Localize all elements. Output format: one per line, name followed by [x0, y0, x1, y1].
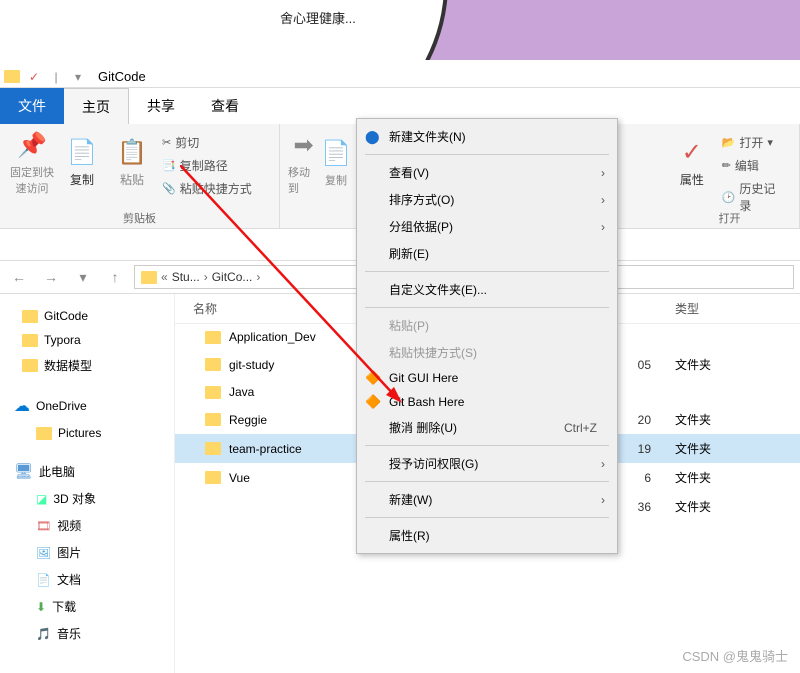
folder-app-icon [4, 69, 20, 85]
cm-grant-access[interactable]: 授予访问权限(G)› [359, 450, 615, 477]
qat-separator: | [48, 69, 64, 85]
tree-images[interactable]: 🖼图片 [0, 539, 174, 566]
git-icon: 🔶 [365, 370, 381, 386]
chevron-right-icon: › [601, 193, 605, 207]
folder-icon [205, 386, 221, 399]
context-menu: ⬤新建文件夹(N) 查看(V)› 排序方式(O)› 分组依据(P)› 刷新(E)… [356, 118, 618, 554]
desktop-text: 舍心理健康... [280, 8, 356, 27]
copy-path-button[interactable]: 📑 复制路径 [162, 157, 252, 174]
pin-button[interactable]: 📌固定到快速访问 [8, 128, 56, 198]
move-to-button[interactable]: ➡移动到 [288, 128, 319, 198]
nav-forward-button[interactable]: → [38, 264, 64, 290]
tree-3d[interactable]: ◪3D 对象 [0, 485, 174, 512]
window-title: GitCode [98, 69, 146, 84]
shortcut-label: Ctrl+Z [564, 421, 597, 435]
tree-pictures[interactable]: Pictures [0, 421, 174, 445]
sphere-icon: ⬤ [365, 129, 380, 145]
qat-check-icon[interactable]: ✓ [26, 69, 42, 85]
tree-downloads[interactable]: ⬇下载 [0, 593, 174, 620]
tree-datamodel[interactable]: 数据模型 [0, 352, 174, 379]
folder-icon [205, 413, 221, 426]
tab-share[interactable]: 共享 [129, 88, 193, 124]
breadcrumb-folder-icon [141, 271, 157, 284]
cm-view[interactable]: 查看(V)› [359, 159, 615, 186]
cm-new[interactable]: 新建(W)› [359, 486, 615, 513]
breadcrumb-seg-2[interactable]: GitCo... [212, 270, 253, 284]
open-button[interactable]: 📂 打开 ▾ [722, 134, 787, 151]
chevron-right-icon: › [601, 220, 605, 234]
tree-music[interactable]: 🎵音乐 [0, 620, 174, 647]
cm-undo-delete[interactable]: 撤消 删除(U)Ctrl+Z [359, 414, 615, 441]
cm-paste: 粘贴(P) [359, 312, 615, 339]
clipboard-group-label: 剪贴板 [0, 210, 279, 226]
cm-git-gui[interactable]: 🔶Git GUI Here [359, 366, 615, 390]
copy-button[interactable]: 📄复制 [58, 128, 106, 198]
copy-to-button[interactable]: 📄复制 [321, 128, 351, 198]
tree-gitcode[interactable]: GitCode [0, 304, 174, 328]
cm-customize[interactable]: 自定义文件夹(E)... [359, 276, 615, 303]
cm-refresh[interactable]: 刷新(E) [359, 240, 615, 267]
cm-properties[interactable]: 属性(R) [359, 522, 615, 549]
folder-icon [205, 331, 221, 344]
tab-home[interactable]: 主页 [64, 88, 129, 124]
tab-view[interactable]: 查看 [193, 88, 257, 124]
folder-icon [205, 471, 221, 484]
nav-back-button[interactable]: ← [6, 264, 32, 290]
col-header-type[interactable]: 类型 [675, 300, 795, 317]
cut-button[interactable]: ✂ 剪切 [162, 134, 252, 151]
cm-sort[interactable]: 排序方式(O)› [359, 186, 615, 213]
qat-dropdown-icon[interactable]: ▾ [70, 69, 86, 85]
edit-button[interactable]: ✏ 编辑 [722, 157, 787, 174]
open-group-label: 打开 [660, 210, 799, 226]
cm-new-folder[interactable]: ⬤新建文件夹(N) [359, 123, 615, 150]
nav-tree: GitCode Typora 数据模型 ☁OneDrive Pictures 🖥… [0, 294, 175, 673]
history-button[interactable]: 🕑 历史记录 [722, 180, 787, 214]
titlebar: ✓ | ▾ GitCode [0, 66, 800, 88]
tree-onedrive[interactable]: ☁OneDrive [0, 391, 174, 421]
chevron-right-icon: › [601, 493, 605, 507]
tree-thispc[interactable]: 🖥此电脑 [0, 457, 174, 485]
tab-file[interactable]: 文件 [0, 88, 64, 124]
tree-video[interactable]: 🎞视频 [0, 512, 174, 539]
chevron-right-icon: › [601, 166, 605, 180]
folder-icon [205, 358, 221, 371]
tree-typora[interactable]: Typora [0, 328, 174, 352]
properties-button[interactable]: ✓属性 [668, 128, 716, 198]
watermark: CSDN @鬼鬼骑士 [682, 646, 788, 665]
cm-git-bash[interactable]: 🔶Git Bash Here [359, 390, 615, 414]
cm-group[interactable]: 分组依据(P)› [359, 213, 615, 240]
tree-docs[interactable]: 📄文档 [0, 566, 174, 593]
nav-up-button[interactable]: ↑ [102, 264, 128, 290]
nav-history-button[interactable]: ▾ [70, 264, 96, 290]
folder-icon [205, 442, 221, 455]
chevron-right-icon: › [601, 457, 605, 471]
paste-shortcut-button[interactable]: 📎 粘贴快捷方式 [162, 180, 252, 197]
paste-button[interactable]: 📋粘贴 [108, 128, 156, 198]
cm-paste-shortcut: 粘贴快捷方式(S) [359, 339, 615, 366]
git-icon: 🔶 [365, 394, 381, 410]
breadcrumb-seg-1[interactable]: Stu... [172, 270, 200, 284]
